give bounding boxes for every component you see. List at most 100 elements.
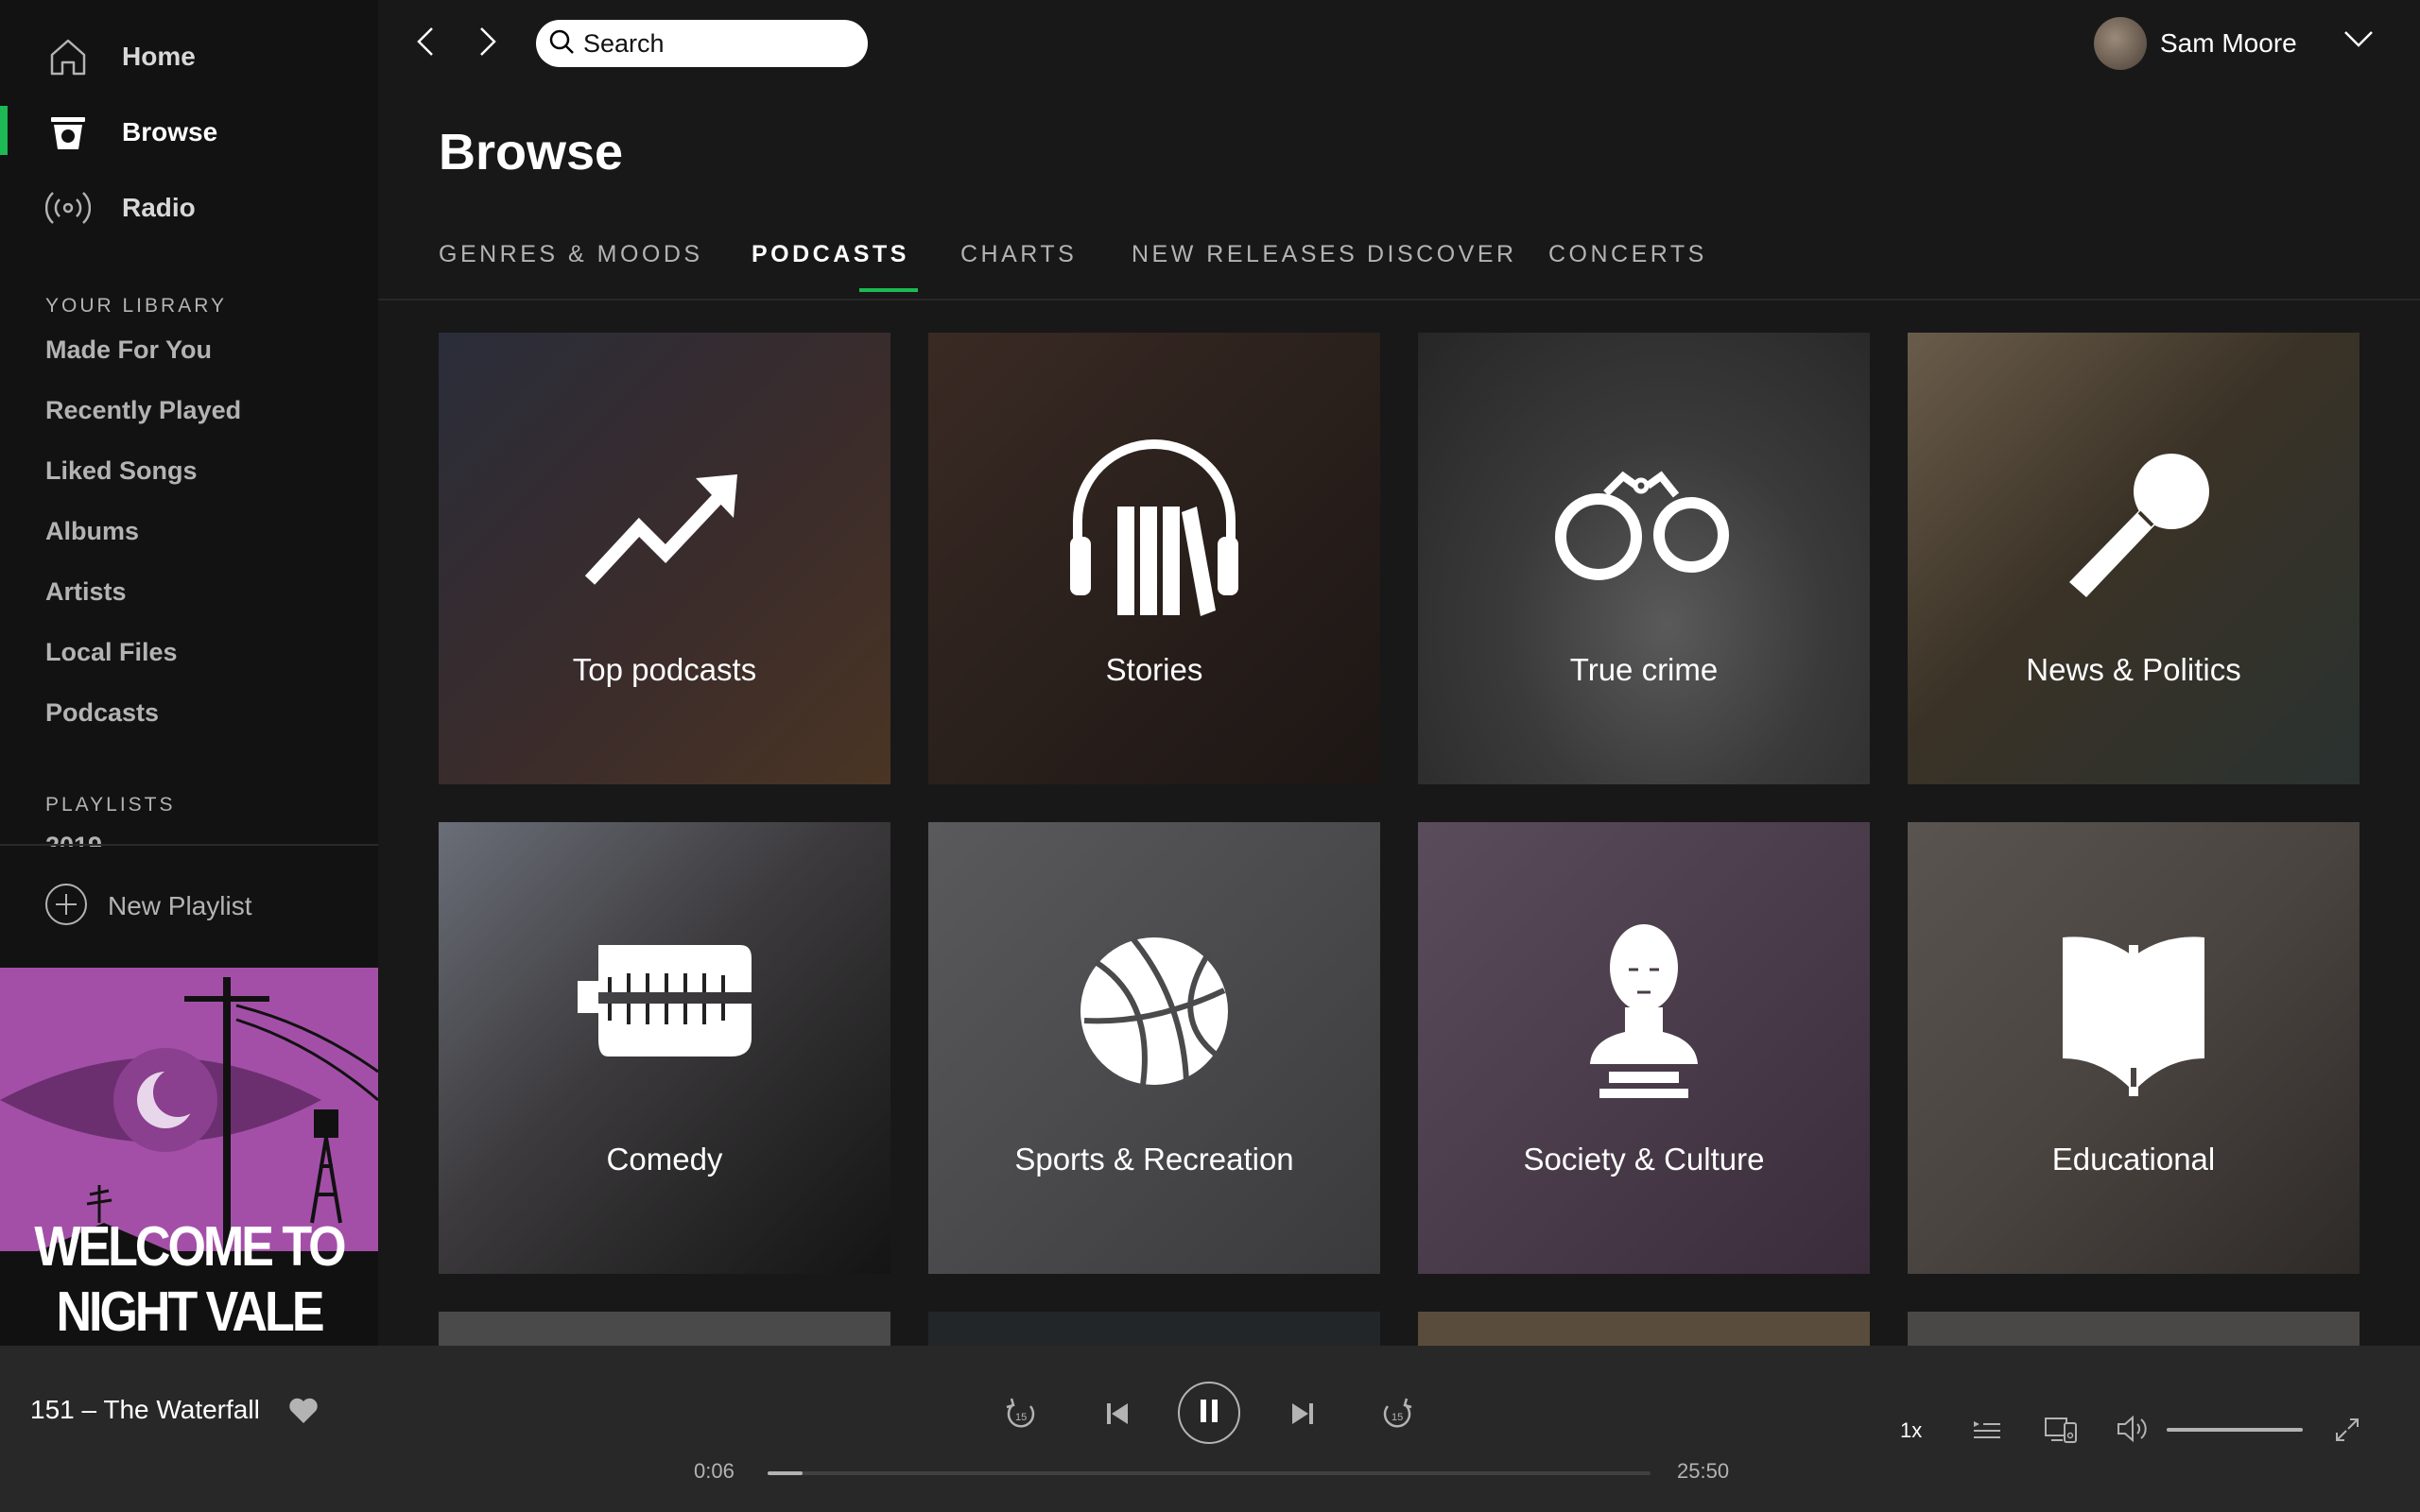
skip-next-icon	[1288, 1400, 1317, 1433]
microphone-icon	[1908, 444, 2360, 605]
heart-icon[interactable]	[287, 1397, 320, 1430]
library-item-local-files[interactable]: Local Files	[45, 638, 178, 667]
back-button[interactable]	[406, 23, 444, 64]
home-icon	[45, 34, 91, 79]
tile-label: Top podcasts	[572, 652, 757, 687]
new-playlist-label: New Playlist	[108, 891, 252, 920]
headphones-books-icon	[928, 431, 1380, 620]
tab-charts[interactable]: CHARTS	[960, 241, 1077, 268]
chevron-down-icon[interactable]	[2342, 28, 2375, 54]
avatar	[2094, 17, 2147, 70]
tab-genres-moods[interactable]: GENRES & MOODS	[439, 241, 703, 268]
tile-label: Stories	[1105, 652, 1203, 687]
skip-forward-seconds: 15	[1392, 1412, 1403, 1423]
tab-concerts[interactable]: CONCERTS	[1548, 241, 1707, 268]
sidebar-divider	[0, 844, 378, 846]
active-tab-underline	[859, 288, 918, 292]
next-button[interactable]	[1282, 1395, 1323, 1436]
search-box[interactable]	[536, 20, 868, 67]
user-menu[interactable]: Sam Moore	[2094, 17, 2297, 70]
previous-button[interactable]	[1097, 1395, 1138, 1436]
volume-icon[interactable]	[2116, 1415, 2150, 1448]
plus-circle-icon	[43, 882, 89, 932]
nav-home[interactable]: Home	[0, 24, 378, 90]
skip-forward-15-button[interactable]: 15	[1376, 1395, 1418, 1436]
now-playing-title[interactable]: 151 – The Waterfall	[30, 1395, 260, 1425]
cover-title: WELCOME TO NIGHT VALE	[34, 1215, 346, 1344]
category-tile-sports-recreation[interactable]: Sports & Recreation	[928, 822, 1380, 1274]
category-tile-society-culture[interactable]: Society & Culture	[1418, 822, 1870, 1274]
tab-new-releases[interactable]: NEW RELEASES	[1132, 241, 1357, 268]
category-tile-partial[interactable]	[1908, 1312, 2360, 1346]
top-bar: Sam Moore	[378, 0, 2420, 87]
queue-icon[interactable]	[1972, 1418, 2002, 1447]
total-duration: 25:50	[1677, 1459, 1730, 1483]
playlists-heading: PLAYLISTS	[45, 794, 176, 816]
tile-label: Society & Culture	[1523, 1142, 1765, 1177]
progress-fill	[768, 1471, 804, 1475]
skip-back-seconds: 15	[1015, 1412, 1027, 1423]
tile-label: News & Politics	[2026, 652, 2241, 687]
fullscreen-icon[interactable]	[2333, 1416, 2361, 1449]
chevron-right-icon	[476, 25, 499, 63]
category-tile-true-crime[interactable]: True crime	[1418, 333, 1870, 784]
nav-radio-label: Radio	[122, 193, 196, 222]
new-playlist-button[interactable]: New Playlist	[43, 883, 251, 930]
category-tile-educational[interactable]: Educational	[1908, 822, 2360, 1274]
tab-discover[interactable]: DISCOVER	[1367, 241, 1517, 268]
library-item-recently-played[interactable]: Recently Played	[45, 396, 241, 425]
tile-label: True crime	[1569, 652, 1719, 687]
search-input[interactable]	[583, 28, 857, 59]
forward-button[interactable]	[469, 23, 507, 64]
category-tile-partial[interactable]	[439, 1312, 890, 1346]
basketball-icon	[928, 934, 1380, 1089]
devices-icon[interactable]	[2044, 1416, 2078, 1449]
category-tile-top-podcasts[interactable]: Top podcasts	[439, 333, 890, 784]
bust-icon	[1418, 920, 1870, 1100]
pause-icon	[1198, 1398, 1220, 1429]
tile-label: Educational	[2051, 1142, 2216, 1177]
nav-browse-label: Browse	[122, 117, 218, 146]
tile-label: Sports & Recreation	[1014, 1142, 1294, 1177]
chattering-teeth-icon	[439, 926, 890, 1068]
category-tile-stories[interactable]: Stories	[928, 333, 1380, 784]
playback-speed-button[interactable]: 1x	[1900, 1418, 1922, 1443]
category-tile-news-politics[interactable]: News & Politics	[1908, 333, 2360, 784]
skip-previous-icon	[1103, 1400, 1132, 1433]
rewind-15-icon: 15	[1002, 1395, 1040, 1437]
skip-back-15-button[interactable]: 15	[1000, 1395, 1042, 1436]
library-item-liked-songs[interactable]: Liked Songs	[45, 456, 198, 486]
tile-label: Comedy	[606, 1142, 723, 1177]
now-playing-cover-art[interactable]: WELCOME TO NIGHT VALE	[0, 968, 378, 1346]
radio-icon	[45, 185, 91, 231]
progress-bar[interactable]	[768, 1471, 1651, 1475]
forward-15-icon: 15	[1378, 1395, 1416, 1437]
trending-up-icon	[439, 465, 890, 588]
tabs-divider	[378, 299, 2420, 301]
library-item-artists[interactable]: Artists	[45, 577, 127, 607]
user-name: Sam Moore	[2160, 28, 2297, 58]
open-book-icon	[1908, 926, 2360, 1096]
category-tile-partial[interactable]	[928, 1312, 1380, 1346]
library-item-albums[interactable]: Albums	[45, 517, 139, 546]
handcuffs-icon	[1418, 465, 1870, 588]
main-content: Sam Moore Browse GENRES & MOODS PODCASTS…	[378, 0, 2420, 1346]
nav-home-label: Home	[122, 42, 196, 71]
volume-fill	[2167, 1428, 2303, 1432]
sidebar: Home Browse Radio YOUR LIBRARY Made For …	[0, 0, 378, 1346]
library-item-made-for-you[interactable]: Made For You	[45, 335, 212, 365]
nav-radio[interactable]: Radio	[0, 175, 378, 241]
tab-podcasts[interactable]: PODCASTS	[752, 241, 909, 268]
pause-button[interactable]	[1178, 1382, 1240, 1444]
category-tile-comedy[interactable]: Comedy	[439, 822, 890, 1274]
chevron-left-icon	[414, 25, 437, 63]
category-tile-partial[interactable]	[1418, 1312, 1870, 1346]
elapsed-time: 0:06	[694, 1459, 735, 1483]
library-item-podcasts[interactable]: Podcasts	[45, 698, 159, 728]
library-heading: YOUR LIBRARY	[45, 295, 227, 317]
search-icon	[547, 27, 576, 60]
nav-browse[interactable]: Browse	[0, 99, 378, 165]
page-title: Browse	[439, 124, 624, 180]
browse-icon	[45, 110, 91, 155]
volume-slider[interactable]	[2167, 1428, 2303, 1432]
